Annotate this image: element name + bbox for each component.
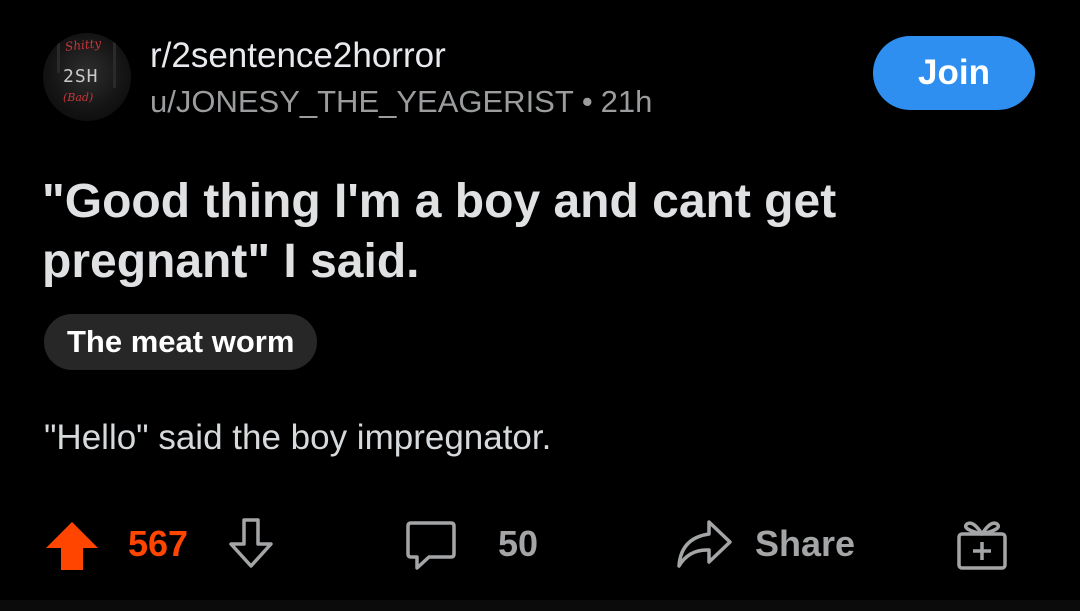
post-card: Shitty 2SH (Bad) r/2sentence2horror u/JO…	[0, 0, 1080, 600]
avatar-logo-text: 2SH	[63, 66, 99, 87]
post-title[interactable]: "Good thing I'm a boy and cant get pregn…	[42, 172, 1042, 292]
divider	[0, 600, 1080, 611]
vote-score: 567	[128, 523, 189, 564]
post-meta: u/JONESY_THE_YEAGERIST • 21h	[150, 84, 652, 120]
share-button[interactable]: Share	[755, 523, 855, 565]
subreddit-name[interactable]: r/2sentence2horror	[150, 36, 446, 76]
post-flair[interactable]: The meat worm	[44, 314, 318, 370]
award-icon[interactable]	[955, 516, 1009, 577]
subreddit-avatar[interactable]: Shitty 2SH (Bad)	[43, 33, 131, 121]
downvote-icon[interactable]	[225, 516, 277, 577]
share-icon[interactable]	[675, 516, 733, 577]
comment-icon[interactable]	[405, 518, 457, 577]
avatar-logo-text: (Bad)	[63, 91, 94, 104]
post-body: "Hello" said the boy impregnator.	[44, 418, 552, 457]
post-age: 21h	[600, 84, 653, 119]
meta-separator: •	[581, 84, 593, 119]
avatar-logo-text: Shitty	[64, 36, 102, 54]
upvote-icon[interactable]	[44, 518, 100, 579]
author-link[interactable]: u/JONESY_THE_YEAGERIST	[150, 84, 574, 119]
avatar-drip	[113, 33, 116, 88]
comment-count[interactable]: 50	[498, 523, 538, 565]
avatar-drip	[57, 33, 60, 73]
join-button[interactable]: Join	[873, 36, 1035, 110]
